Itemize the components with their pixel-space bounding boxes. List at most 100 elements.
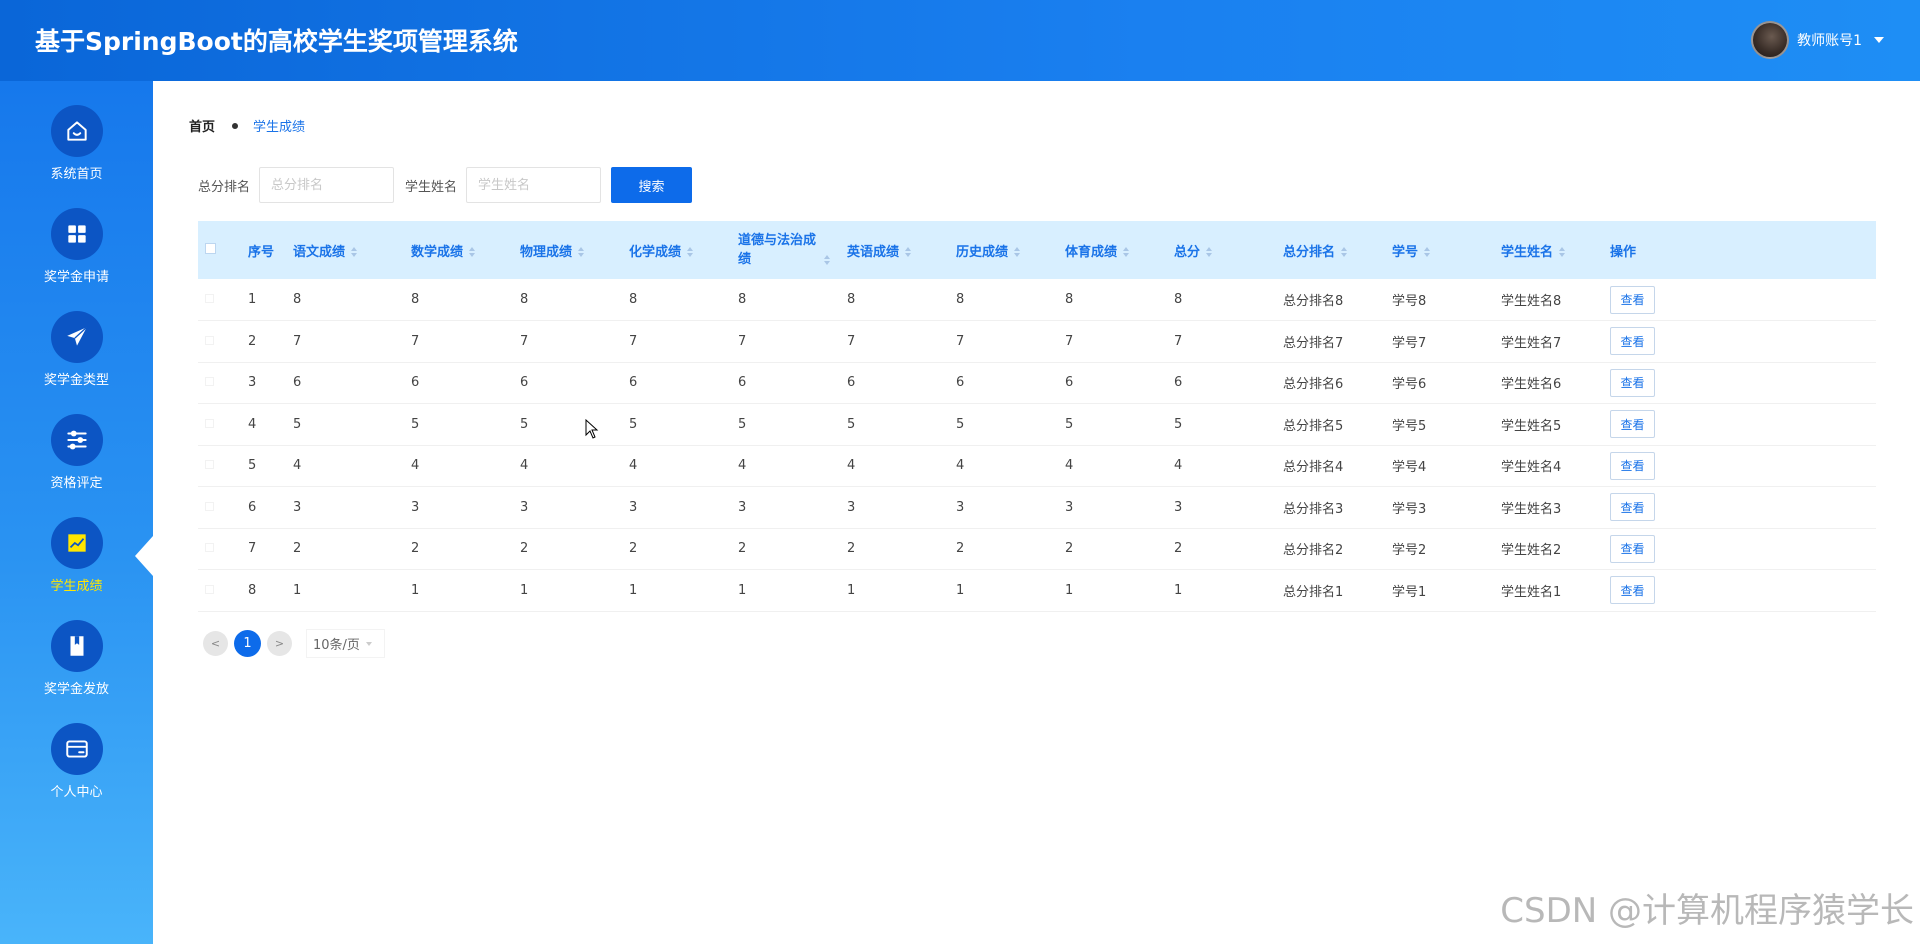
- row-checkbox[interactable]: [205, 501, 214, 511]
- column-header[interactable]: 总分排名: [1283, 221, 1392, 279]
- view-button[interactable]: 查看: [1610, 451, 1655, 480]
- sort-icon[interactable]: [687, 247, 694, 257]
- chevron-down-icon[interactable]: [1874, 37, 1884, 43]
- user-name[interactable]: 教师账号1: [1797, 30, 1862, 50]
- column-header[interactable]: 学号: [1392, 221, 1501, 279]
- sidebar-item-student-scores[interactable]: 学生成绩: [0, 517, 153, 617]
- column-header[interactable]: 道德与法治成绩: [738, 221, 847, 279]
- table-cell: 7: [293, 333, 302, 349]
- view-button[interactable]: 查看: [1610, 368, 1655, 397]
- select-all-checkbox[interactable]: [205, 242, 216, 254]
- column-header[interactable]: 英语成绩: [847, 221, 956, 279]
- table-cell: 1: [520, 582, 529, 598]
- sidebar-item-scholarship-payout[interactable]: 奖学金发放: [0, 620, 153, 720]
- sort-icon[interactable]: [824, 254, 830, 265]
- sidebar-item-profile[interactable]: 个人中心: [0, 723, 153, 823]
- sort-icon[interactable]: [351, 247, 358, 257]
- sort-icon[interactable]: [1341, 247, 1348, 257]
- table-cell: 总分排名4: [1283, 460, 1344, 476]
- column-header-label: 化学成绩: [629, 244, 682, 260]
- table-cell: 2: [738, 541, 747, 557]
- column-header-label: 道德与法治成绩: [738, 233, 817, 267]
- column-header-label: 体育成绩: [1065, 244, 1118, 260]
- column-header[interactable]: 学生姓名: [1501, 221, 1610, 279]
- book-icon: [50, 620, 103, 672]
- row-checkbox[interactable]: [205, 460, 214, 470]
- column-header: 操作: [1610, 221, 1876, 279]
- view-button[interactable]: 查看: [1610, 576, 1655, 605]
- table-cell: 7: [738, 333, 747, 349]
- table-cell: 5: [1174, 416, 1183, 432]
- breadcrumb-home[interactable]: 首页: [189, 116, 215, 135]
- table-cell: 5: [956, 416, 965, 432]
- row-checkbox[interactable]: [205, 377, 214, 387]
- active-indicator: [135, 536, 153, 576]
- sidebar-item-qualification[interactable]: 资格评定: [0, 414, 153, 514]
- column-header-label: 操作: [1610, 244, 1637, 260]
- row-checkbox[interactable]: [205, 543, 214, 553]
- sort-icon[interactable]: [905, 247, 912, 257]
- name-search-input[interactable]: [466, 167, 602, 203]
- column-header: 序号: [248, 221, 293, 279]
- sidebar-item-label: 个人中心: [50, 785, 103, 800]
- view-button[interactable]: 查看: [1610, 534, 1655, 563]
- column-header[interactable]: 历史成绩: [956, 221, 1065, 279]
- rank-search-input[interactable]: [259, 167, 395, 203]
- table-cell: 4: [1174, 458, 1183, 474]
- sort-icon[interactable]: [578, 247, 585, 257]
- column-header[interactable]: 总分: [1174, 221, 1283, 279]
- page-size-select[interactable]: 10条/页: [306, 629, 385, 658]
- table-cell: 6: [411, 375, 420, 391]
- sort-icon[interactable]: [1123, 247, 1130, 257]
- sort-icon[interactable]: [1014, 247, 1021, 257]
- table-row: 1 8 8 8 8 8 8 8 8 8 总分排名8 学号8 学生姓名8 查看: [198, 279, 1876, 321]
- column-header[interactable]: 体育成绩: [1065, 221, 1174, 279]
- table-cell: 7: [248, 541, 257, 557]
- column-header[interactable]: 语文成绩: [293, 221, 411, 279]
- table-cell: 总分排名2: [1283, 543, 1344, 559]
- table-row: 2 7 7 7 7 7 7 7 7 7 总分排名7 学号7 学生姓名7 查看: [198, 321, 1876, 363]
- row-select-cell: [198, 570, 248, 612]
- view-button[interactable]: 查看: [1610, 493, 1655, 522]
- sidebar-item-home[interactable]: 系统首页: [0, 105, 153, 205]
- row-select-cell: [198, 487, 248, 529]
- row-checkbox[interactable]: [205, 418, 214, 428]
- sort-icon[interactable]: [469, 247, 476, 257]
- avatar[interactable]: [1751, 21, 1790, 59]
- column-header[interactable]: 数学成绩: [411, 221, 520, 279]
- view-button[interactable]: 查看: [1610, 285, 1655, 314]
- table-cell: 4: [1065, 458, 1074, 474]
- column-header[interactable]: 物理成绩: [520, 221, 629, 279]
- row-checkbox[interactable]: [205, 584, 214, 594]
- table-cell: 8: [1065, 292, 1074, 307]
- next-page-button[interactable]: >: [267, 631, 292, 656]
- sort-icon[interactable]: [1424, 247, 1431, 257]
- row-checkbox[interactable]: [205, 335, 214, 345]
- sort-icon[interactable]: [1206, 247, 1213, 257]
- table-cell: 总分排名6: [1283, 377, 1344, 393]
- row-select-cell: [198, 362, 248, 404]
- prev-page-button[interactable]: <: [203, 631, 228, 656]
- view-button[interactable]: 查看: [1610, 327, 1655, 356]
- page-1-button[interactable]: 1: [234, 630, 261, 657]
- row-checkbox[interactable]: [205, 294, 214, 303]
- user-menu[interactable]: 教师账号1: [1751, 20, 1884, 60]
- sidebar-item-label: 学生成绩: [50, 579, 103, 594]
- view-button[interactable]: 查看: [1610, 410, 1655, 439]
- table-cell: 总分排名1: [1283, 584, 1344, 600]
- search-button[interactable]: 搜索: [611, 167, 693, 203]
- sort-icon[interactable]: [1559, 247, 1566, 257]
- column-header[interactable]: 化学成绩: [629, 221, 738, 279]
- sidebar-item-scholarship-apply[interactable]: 奖学金申请: [0, 208, 153, 308]
- sidebar-item-label: 奖学金申请: [43, 270, 109, 285]
- sliders-icon: [50, 414, 103, 466]
- table-cell: 4: [738, 458, 747, 474]
- table-cell: 1: [1174, 582, 1183, 598]
- table-cell: 2: [1174, 541, 1183, 557]
- action-cell: 查看: [1610, 321, 1876, 363]
- table-cell: 7: [1174, 333, 1183, 349]
- table-cell: 4: [520, 458, 529, 474]
- table-cell: 学生姓名2: [1501, 543, 1562, 559]
- table-cell: 1: [248, 292, 257, 307]
- sidebar-item-scholarship-type[interactable]: 奖学金类型: [0, 311, 153, 411]
